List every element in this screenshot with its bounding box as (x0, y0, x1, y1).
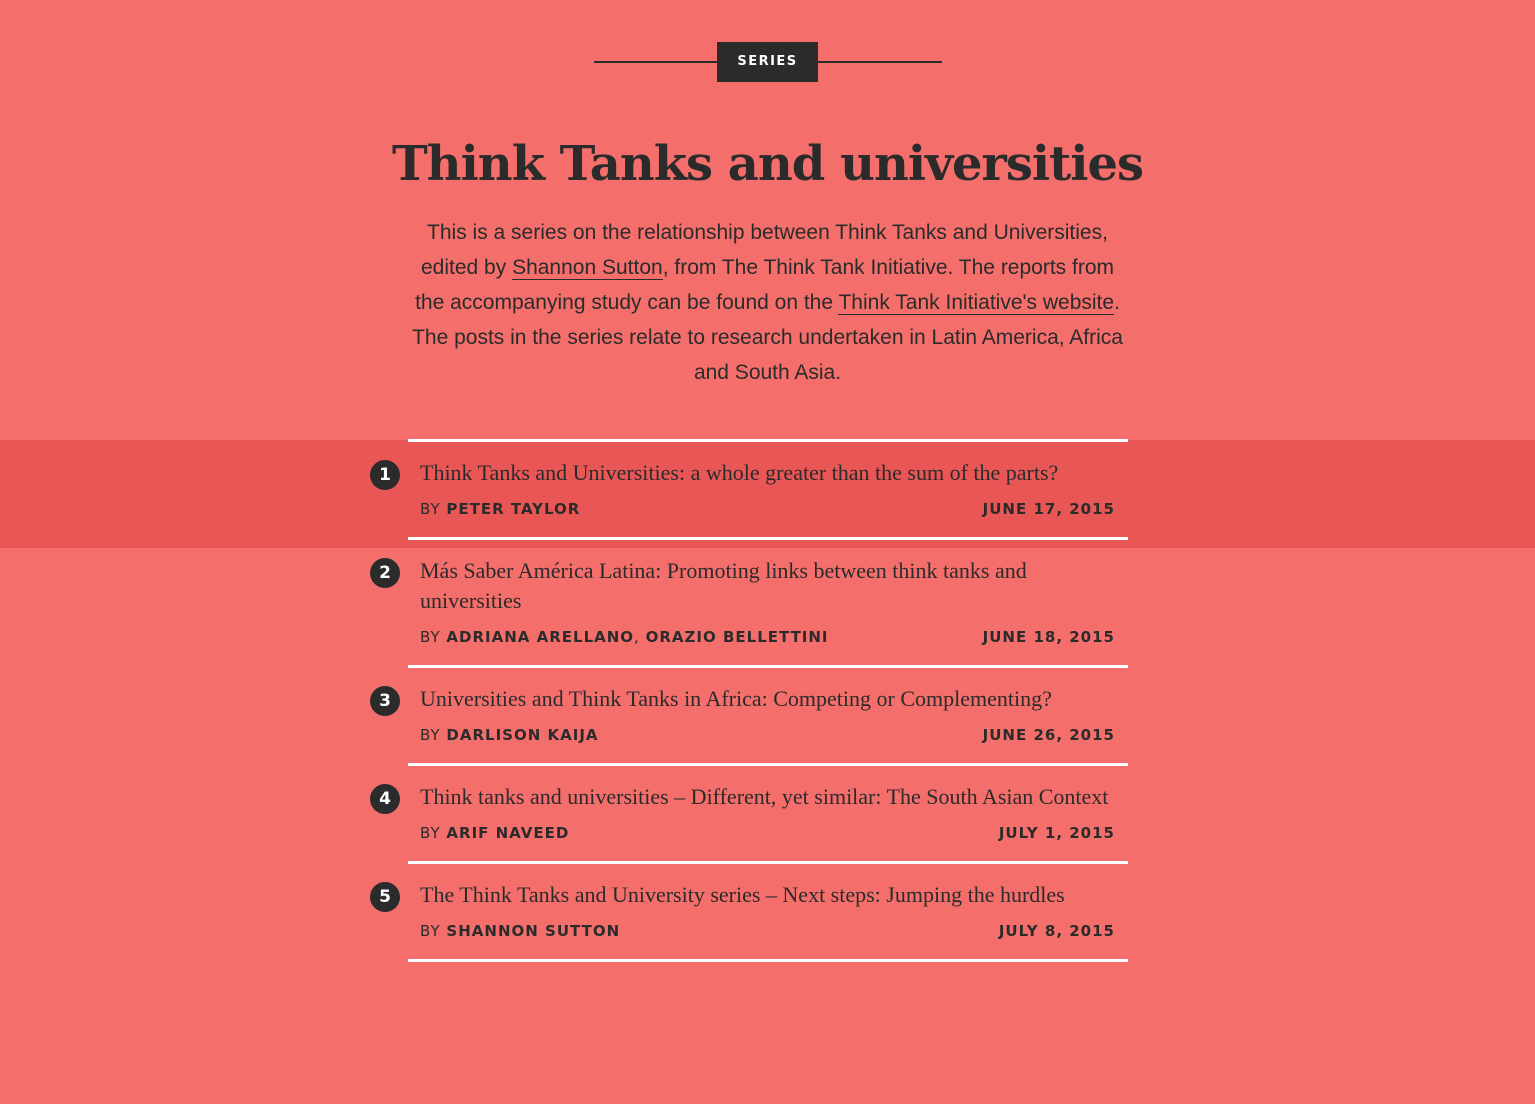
post-title-link[interactable]: Universities and Think Tanks in Africa: … (408, 668, 1110, 714)
series-header: SERIES (0, 42, 1535, 82)
author-link[interactable]: SHANNON SUTTON (446, 922, 620, 940)
post-meta: BY SHANNON SUTTON JULY 8, 2015 (408, 920, 1128, 942)
list-item[interactable]: 1 Think Tanks and Universities: a whole … (370, 439, 1128, 520)
author-link[interactable]: DARLISON KAIJA (446, 726, 598, 744)
post-date: JUNE 17, 2015 (982, 500, 1115, 518)
post-title-link[interactable]: Think Tanks and Universities: a whole gr… (408, 442, 1110, 488)
post-title-link[interactable]: Think tanks and universities – Different… (408, 766, 1110, 812)
list-item[interactable]: 4 Think tanks and universities – Differe… (370, 763, 1128, 844)
post-meta: BY DARLISON KAIJA JUNE 26, 2015 (408, 724, 1128, 746)
post-number-badge: 5 (370, 882, 400, 912)
author-separator: , (634, 628, 640, 646)
by-label: BY (420, 922, 441, 940)
post-date: JULY 1, 2015 (998, 824, 1115, 842)
post-title-link[interactable]: Más Saber América Latina: Promoting link… (408, 540, 1110, 616)
author-link[interactable]: ARIF NAVEED (446, 824, 569, 842)
post-date: JUNE 26, 2015 (982, 726, 1115, 744)
list-item[interactable]: 5 The Think Tanks and University series … (370, 861, 1128, 962)
post-date: JULY 8, 2015 (998, 922, 1115, 940)
series-badge: SERIES (717, 42, 818, 82)
post-meta: BY PETER TAYLOR JUNE 17, 2015 (408, 498, 1128, 520)
post-number-badge: 4 (370, 784, 400, 814)
by-label: BY (420, 726, 441, 744)
shannon-sutton-link[interactable]: Shannon Sutton (512, 256, 663, 280)
post-title-link[interactable]: The Think Tanks and University series – … (408, 864, 1110, 910)
post-number-badge: 1 (370, 460, 400, 490)
post-meta: BY ARIF NAVEED JULY 1, 2015 (408, 822, 1128, 844)
by-label: BY (420, 500, 441, 518)
by-label: BY (420, 628, 441, 646)
think-tank-initiative-website-link[interactable]: Think Tank Initiative's website (838, 291, 1115, 315)
by-label: BY (420, 824, 441, 842)
series-description: This is a series on the relationship bet… (405, 215, 1130, 390)
list-item[interactable]: 2 Más Saber América Latina: Promoting li… (370, 537, 1128, 648)
post-meta: BY ADRIANA ARELLANO, ORAZIO BELLETTINI J… (408, 626, 1128, 648)
post-number-badge: 2 (370, 558, 400, 588)
post-list: 1 Think Tanks and Universities: a whole … (370, 439, 1128, 962)
page-title: Think Tanks and universities (391, 136, 1144, 192)
author-link[interactable]: PETER TAYLOR (446, 500, 580, 518)
post-date: JUNE 18, 2015 (982, 628, 1115, 646)
author-link[interactable]: ORAZIO BELLETTINI (646, 628, 829, 646)
series-page: SERIES Think Tanks and universities This… (0, 0, 1535, 1104)
list-item[interactable]: 3 Universities and Think Tanks in Africa… (370, 665, 1128, 746)
author-link[interactable]: ADRIANA ARELLANO (446, 628, 634, 646)
post-number-badge: 3 (370, 686, 400, 716)
